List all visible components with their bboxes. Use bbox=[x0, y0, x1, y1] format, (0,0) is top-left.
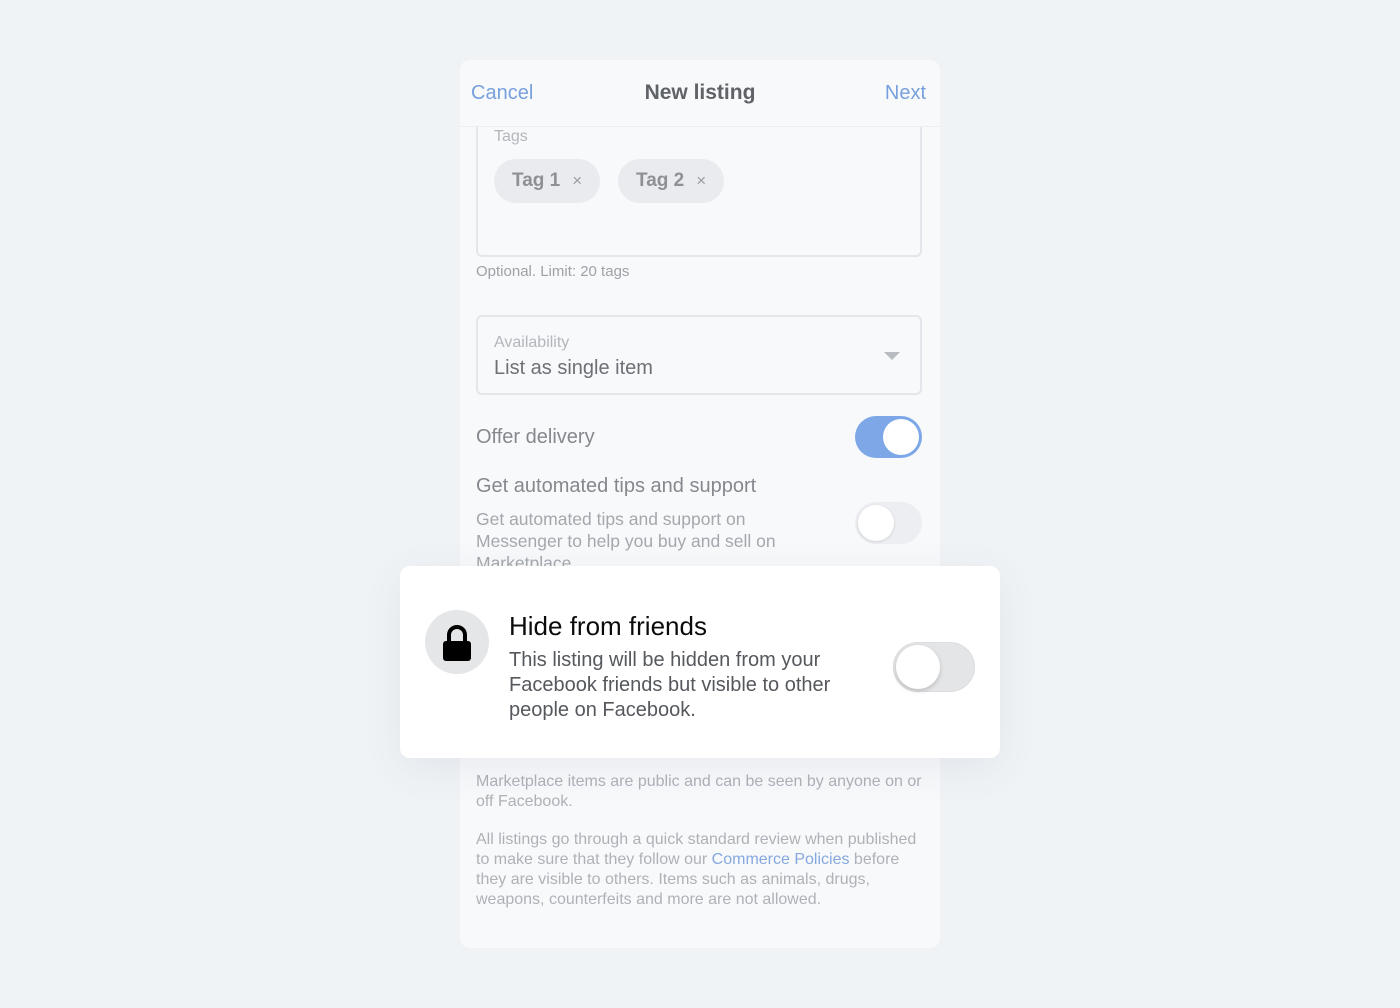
review-note: All listings go through a quick standard… bbox=[476, 831, 917, 908]
cancel-button[interactable]: Cancel bbox=[471, 82, 533, 105]
chevron-down-icon bbox=[884, 352, 900, 360]
hide-from-friends-card: Hide from friends This listing will be h… bbox=[400, 566, 1000, 758]
tips-label: Get automated tips and support bbox=[476, 475, 757, 497]
availability-label: Availability bbox=[494, 334, 570, 351]
toggle-knob bbox=[858, 505, 894, 541]
tags-label: Tags bbox=[494, 128, 528, 145]
public-note: Marketplace items are public and can be … bbox=[476, 773, 922, 810]
hide-from-friends-description: This listing will be hidden from your Fa… bbox=[509, 649, 831, 721]
tag-chip-label: Tag 2 bbox=[636, 170, 685, 191]
availability-select[interactable]: Availability List as single item bbox=[476, 315, 922, 395]
tags-helper-text: Optional. Limit: 20 tags bbox=[476, 263, 630, 280]
close-icon[interactable]: × bbox=[572, 171, 582, 191]
tag-chip-label: Tag 1 bbox=[512, 170, 561, 191]
tag-chip-1[interactable]: Tag 1 × bbox=[494, 159, 601, 203]
toggle-knob bbox=[896, 645, 940, 689]
offer-delivery-toggle[interactable] bbox=[855, 416, 922, 458]
availability-value: List as single item bbox=[494, 357, 653, 379]
offer-delivery-label: Offer delivery bbox=[476, 426, 595, 448]
tips-description: Get automated tips and support on Messen… bbox=[476, 509, 776, 573]
hide-from-friends-title: Hide from friends bbox=[509, 611, 707, 641]
next-button[interactable]: Next bbox=[885, 82, 926, 105]
listing-form-screen: Cancel New listing Next Tags Tag 1 × Tag… bbox=[460, 60, 940, 948]
commerce-policies-link[interactable]: Commerce Policies bbox=[712, 851, 850, 868]
tips-toggle[interactable] bbox=[855, 502, 922, 544]
tag-chip-2[interactable]: Tag 2 × bbox=[618, 159, 725, 203]
lock-icon-container bbox=[425, 610, 489, 674]
lock-icon bbox=[443, 625, 471, 661]
toggle-knob bbox=[883, 419, 919, 455]
hide-from-friends-toggle[interactable] bbox=[893, 642, 975, 692]
close-icon[interactable]: × bbox=[696, 171, 706, 191]
top-bar: Cancel New listing Next bbox=[460, 60, 940, 127]
